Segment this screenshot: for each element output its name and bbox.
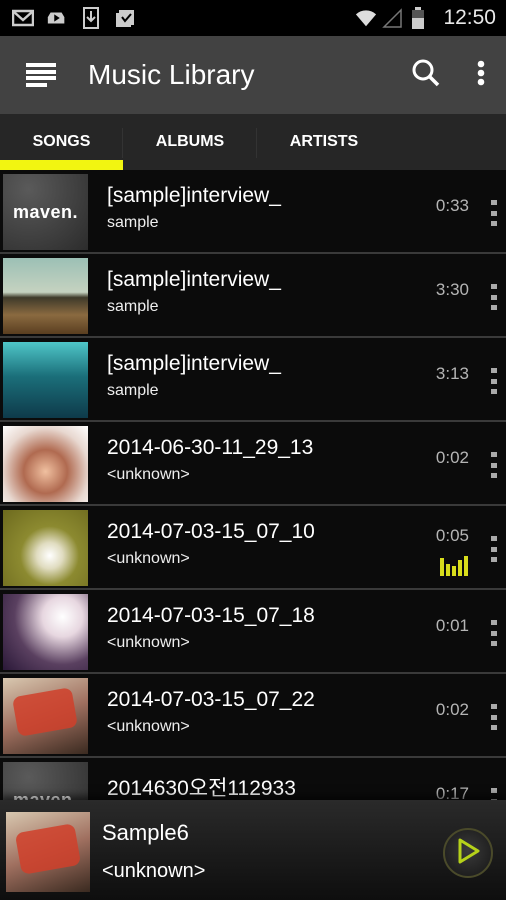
play-icon [455, 837, 481, 870]
song-artist: sample [107, 214, 159, 231]
song-title: 2014630오전112933 [107, 777, 296, 800]
play-button[interactable] [443, 828, 493, 878]
album-art-graphic [14, 823, 82, 875]
search-icon [411, 58, 441, 93]
battery-icon [407, 7, 429, 29]
tab-songs[interactable]: SONGS [0, 114, 123, 170]
overflow-menu-button[interactable] [464, 51, 498, 99]
album-art [3, 342, 88, 418]
song-artist: sample [107, 298, 159, 315]
album-art [3, 426, 88, 502]
song-list[interactable]: maven. [sample]interview_ sample 0:33 [sa… [0, 170, 506, 800]
song-row[interactable]: [sample]interview_sample 3:13 [0, 338, 506, 422]
album-art [3, 510, 88, 586]
page-title: Music Library [88, 59, 255, 90]
download-icon [80, 7, 102, 29]
song-duration: 3:30 [435, 280, 469, 299]
song-duration: 0:02 [435, 700, 469, 719]
more-options-icon[interactable] [488, 788, 500, 800]
song-duration: 3:13 [435, 364, 469, 383]
song-artist: sample [107, 382, 159, 399]
album-art: maven. [3, 762, 88, 800]
album-art: maven. [3, 174, 88, 250]
song-duration: 0:17 [435, 784, 469, 800]
song-artist: <unknown> [107, 718, 190, 735]
app-bar: Music Library [0, 36, 506, 114]
album-art-logo: maven. [12, 202, 79, 222]
tab-artists[interactable]: ARTISTS [257, 114, 391, 170]
album-art [3, 258, 88, 334]
album-art [3, 594, 88, 670]
more-options-icon[interactable] [488, 536, 500, 562]
song-duration: 0:02 [435, 448, 469, 467]
song-row[interactable]: 2014-07-03-15_07_22 <unknown> 0:02 [0, 674, 506, 758]
more-options-icon[interactable] [488, 452, 500, 478]
song-artist: <unknown> [107, 634, 190, 651]
song-title: [sample]interview_ [107, 184, 281, 207]
song-row[interactable]: maven. 2014630오전112933<unknown> 0:17 [0, 758, 506, 800]
more-options-icon[interactable] [488, 284, 500, 310]
wifi-icon [355, 8, 377, 28]
status-bar: 12:50 [0, 0, 506, 36]
song-duration: 0:05 [435, 526, 469, 545]
clipboard-check-icon [114, 8, 136, 28]
tab-label: SONGS [32, 133, 91, 150]
signal-icon [381, 8, 403, 28]
song-artist: <unknown> [107, 466, 190, 483]
song-duration: 0:33 [435, 196, 469, 215]
album-art [3, 678, 88, 754]
clock: 12:50 [443, 6, 496, 29]
song-row[interactable]: 2014-07-03-15_07_18 <unknown> 0:01 [0, 590, 506, 674]
now-playing-title: Sample6 [102, 820, 189, 845]
overflow-icon [477, 60, 485, 91]
tab-bar: SONGS ALBUMS ARTISTS [0, 114, 506, 170]
tab-label: ARTISTS [289, 133, 359, 150]
song-title: 2014-07-03-15_07_10 [107, 520, 315, 543]
song-title: [sample]interview_ [107, 268, 281, 291]
hamburger-icon[interactable] [26, 63, 56, 87]
song-title: [sample]interview_ [107, 352, 281, 375]
album-art-logo: maven. [12, 790, 79, 800]
album-art-graphic [11, 687, 79, 737]
search-button[interactable] [402, 51, 450, 99]
more-options-icon[interactable] [488, 704, 500, 730]
song-row[interactable]: 2014-06-30-11_29_13 <unknown> 0:02 [0, 422, 506, 506]
now-playing-bar[interactable]: Sample6 <unknown> [0, 800, 506, 900]
more-options-icon[interactable] [488, 200, 500, 226]
tab-label: ALBUMS [155, 133, 225, 150]
song-artist: <unknown> [107, 550, 190, 567]
song-row[interactable]: [sample]interview_sample 3:30 [0, 254, 506, 338]
song-duration: 0:01 [435, 616, 469, 635]
active-tab-indicator [0, 160, 123, 170]
song-title: 2014-07-03-15_07_18 [107, 604, 315, 627]
song-title: 2014-07-03-15_07_22 [107, 688, 315, 711]
song-title: 2014-06-30-11_29_13 [107, 436, 314, 459]
song-row[interactable]: 2014-07-03-15_07_10 <unknown> 0:05 [0, 506, 506, 590]
more-options-icon[interactable] [488, 620, 500, 646]
gmail-icon [12, 8, 34, 28]
now-playing-artist: <unknown> [102, 860, 206, 882]
more-options-icon[interactable] [488, 368, 500, 394]
car-play-icon [46, 8, 68, 28]
now-playing-album-art [6, 812, 90, 892]
equalizer-icon [440, 556, 468, 576]
tab-albums[interactable]: ALBUMS [123, 114, 257, 170]
song-row[interactable]: maven. [sample]interview_sample 0:33 [0, 170, 506, 254]
